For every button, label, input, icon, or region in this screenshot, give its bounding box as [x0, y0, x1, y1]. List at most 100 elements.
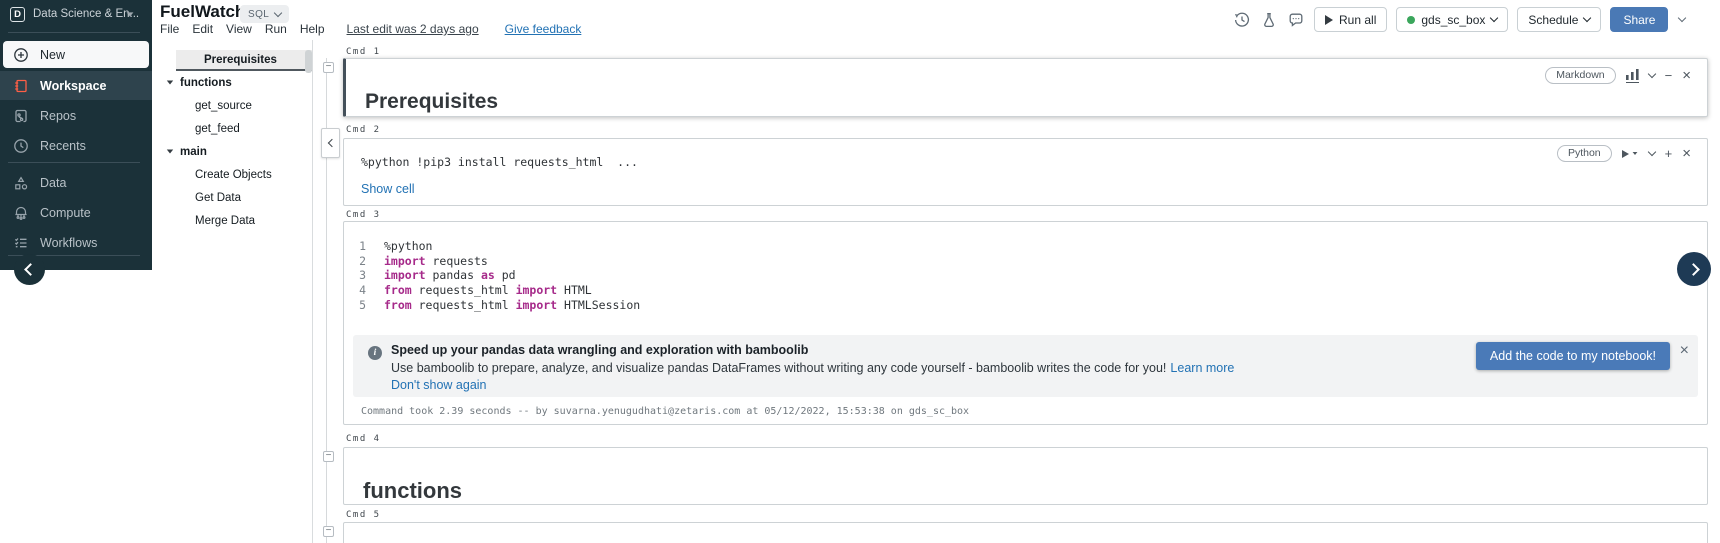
toc-item[interactable]: Prerequisites [176, 50, 312, 71]
sidebar-item-data[interactable]: Data [0, 168, 152, 197]
compute-icon [15, 206, 27, 220]
chevron-right-icon [1686, 262, 1700, 276]
notebook-title[interactable]: FuelWatch [160, 2, 245, 22]
caret-down-icon[interactable] [166, 80, 174, 85]
code-text: from requests_html import HTMLSession [384, 298, 640, 312]
repos-icon [15, 109, 27, 122]
menu-run[interactable]: Run [265, 22, 287, 36]
toc-item[interactable]: get_feed [152, 117, 312, 140]
show-cell-link[interactable]: Show cell [361, 182, 415, 196]
code-text: %python [384, 239, 432, 253]
banner-title: Speed up your pandas data wrangling and … [391, 343, 809, 357]
python-imports-code-cell[interactable]: 1 %python 2 import requests 3 import pandas a… [343, 221, 1708, 425]
sidebar-item-recents[interactable]: Recents [0, 131, 152, 160]
cell-controls: Python + × [1556, 145, 1691, 162]
revision-history-icon[interactable] [1233, 11, 1251, 29]
code-token: import [384, 268, 426, 283]
menu-help[interactable]: Help [300, 22, 325, 36]
minimize-cell-icon[interactable]: − [1665, 69, 1673, 82]
sidebar-item-repos[interactable]: Repos [0, 101, 152, 130]
toc-item-label: Get Data [195, 191, 242, 204]
menu-file[interactable]: File [160, 22, 179, 36]
experiments-flask-icon[interactable] [1260, 11, 1278, 29]
toc-item-label: get_source [195, 99, 252, 112]
header-overflow-chevron-icon[interactable] [1678, 13, 1687, 23]
code-line[interactable]: 3 import pandas as pd [344, 268, 1707, 283]
banner-close-icon[interactable]: × [1680, 343, 1689, 359]
line-number: 3 [359, 268, 366, 283]
comments-icon[interactable] [1287, 11, 1305, 29]
last-edit-link[interactable]: Last edit was 2 days ago [347, 22, 479, 36]
toc-item[interactable]: Merge Data [152, 209, 312, 232]
share-button[interactable]: Share [1610, 7, 1669, 32]
banner-body: Use bamboolib to prepare, analyze, and v… [391, 361, 1234, 375]
add-code-to-notebook-button[interactable]: Add the code to my notebook! [1475, 342, 1670, 370]
run-cell-icon[interactable] [1621, 149, 1639, 158]
code-token: HTML [557, 283, 592, 298]
toc-item-label: Prerequisites [204, 53, 277, 66]
close-cell-icon[interactable]: × [1682, 68, 1691, 83]
collapsed-code-cell[interactable]: %python !pip3 install requests_html ... … [343, 138, 1708, 206]
toc-item-label: Create Objects [195, 168, 272, 181]
play-icon [1621, 149, 1629, 158]
cluster-selector-button[interactable]: gds_sc_box [1396, 7, 1509, 32]
toc-item[interactable]: Get Data [152, 186, 312, 209]
chevron-down-icon [273, 8, 283, 17]
close-cell-icon[interactable]: × [1682, 146, 1691, 161]
sidebar-item-label: Data [40, 175, 67, 190]
code-cell-partial[interactable] [343, 522, 1708, 543]
command-result-status: Command took 2.39 seconds -- by suvarna.… [361, 406, 970, 417]
toc-item[interactable]: get_source [152, 94, 312, 117]
code-line[interactable]: 5 from requests_html import HTMLSession [344, 297, 1707, 312]
sidebar-item-label: Compute [40, 205, 91, 220]
code-line[interactable]: 2 import requests [344, 254, 1707, 269]
chevron-down-icon[interactable] [1647, 69, 1656, 79]
cell-collapse-toggle[interactable]: − [323, 451, 334, 462]
toc-item[interactable]: main [152, 140, 312, 163]
code-editor[interactable]: 1 %python 2 import requests 3 import pandas a… [344, 239, 1707, 312]
cell-language-pill[interactable]: Python [1556, 145, 1612, 162]
code-token: import [515, 297, 558, 312]
sidebar-item-compute[interactable]: Compute [0, 198, 152, 227]
workspace-switcher-label[interactable]: Data Science & En... [33, 8, 139, 20]
sidebar-item-workflows[interactable]: Workflows [0, 228, 152, 257]
toc-item[interactable]: functions [152, 71, 312, 94]
caret-down-icon[interactable] [126, 12, 134, 17]
learn-more-link[interactable]: Learn more [1170, 361, 1234, 375]
sidebar-item-workspace[interactable]: Workspace [0, 71, 152, 100]
table-of-contents: Prerequisites functions get_source get_feed… [152, 40, 313, 543]
toc-collapse-handle[interactable] [321, 128, 340, 158]
run-all-button[interactable]: Run all [1314, 7, 1388, 32]
sidebar-item-label: New [40, 47, 66, 62]
sidebar-divider [8, 162, 140, 163]
scroll-right-button[interactable] [1677, 252, 1711, 286]
give-feedback-link[interactable]: Give feedback [505, 22, 582, 36]
code-token: pd [494, 268, 516, 283]
schedule-label: Schedule [1528, 12, 1579, 27]
menu-edit[interactable]: Edit [192, 22, 213, 36]
toc-item[interactable]: Create Objects [152, 163, 312, 186]
code-text: from requests_html import HTML [384, 283, 592, 297]
add-cell-icon[interactable]: + [1665, 147, 1673, 160]
schedule-button[interactable]: Schedule [1517, 7, 1602, 32]
menu-view[interactable]: View [226, 22, 252, 36]
cell-language-pill[interactable]: Markdown [1545, 67, 1616, 84]
caret-down-icon[interactable] [166, 149, 174, 154]
code-line[interactable]: 4 from requests_html import HTML [344, 283, 1707, 298]
play-icon [1325, 14, 1333, 25]
toc-scrollbar-thumb[interactable] [305, 50, 312, 73]
sidebar-collapse-button[interactable] [14, 254, 45, 285]
cell-collapse-toggle[interactable]: − [323, 526, 334, 537]
cell-collapse-toggle[interactable]: − [323, 62, 334, 73]
chart-view-icon[interactable] [1625, 68, 1639, 83]
banner-body-text: Use bamboolib to prepare, analyze, and v… [391, 361, 1167, 375]
markdown-cell-functions[interactable]: functions [343, 447, 1708, 505]
markdown-cell-prerequisites[interactable]: Prerequisites Markdown − × [343, 58, 1708, 117]
dont-show-again-link[interactable]: Don't show again [391, 378, 487, 392]
code-line[interactable]: 1 %python [344, 239, 1707, 254]
line-number: 2 [359, 253, 366, 268]
sidebar-item-new[interactable]: New [3, 41, 149, 68]
databricks-logo[interactable]: D [10, 7, 25, 22]
chevron-down-icon[interactable] [1647, 147, 1656, 157]
cell-label: Cmd 4 [346, 434, 381, 444]
